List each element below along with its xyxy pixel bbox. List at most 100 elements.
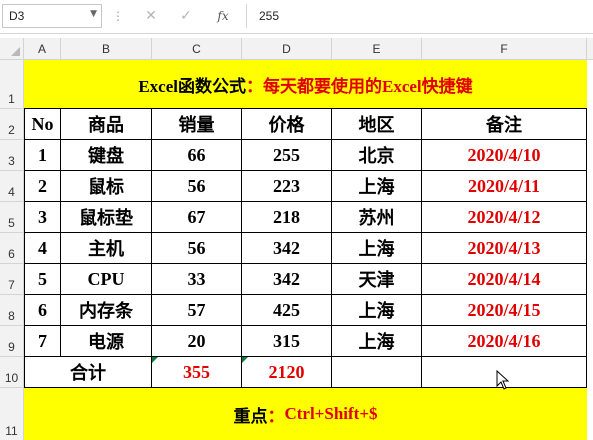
row-header-5[interactable]: 5 [0, 202, 24, 233]
column-header-b[interactable]: B [61, 38, 152, 60]
row-number: 9 [8, 340, 15, 354]
cell-region[interactable]: 苏州 [332, 202, 422, 233]
column-header-g[interactable] [587, 38, 593, 60]
row-number: 6 [8, 247, 15, 261]
cell-product[interactable]: 电源 [61, 326, 152, 357]
select-all-icon [11, 47, 20, 56]
name-box[interactable]: D3 ▼ [2, 4, 102, 28]
cell-region[interactable]: 北京 [332, 140, 422, 171]
cell-note[interactable]: 2020/4/13 [422, 233, 587, 264]
cell-price[interactable]: 315 [242, 326, 332, 357]
row-number: 7 [8, 278, 15, 292]
cancel-icon[interactable]: ✕ [140, 6, 162, 26]
cell-no[interactable]: 5 [24, 264, 61, 295]
total-price-cell[interactable]: 2120 [242, 357, 332, 388]
cell-no[interactable]: 1 [24, 140, 61, 171]
header-cell-price[interactable]: 价格 [242, 109, 332, 140]
column-header-d[interactable]: D [242, 38, 332, 60]
cell-region[interactable]: 上海 [332, 326, 422, 357]
cell-sales[interactable]: 56 [152, 171, 242, 202]
row-number: 1 [8, 92, 15, 106]
formula-bar: D3 ▼ ⋮ ✕ ✓ fx 255 [0, 0, 593, 34]
cell-note[interactable]: 2020/4/14 [422, 264, 587, 295]
cell-no[interactable]: 4 [24, 233, 61, 264]
cell-sales[interactable]: 33 [152, 264, 242, 295]
cell-note[interactable]: 2020/4/15 [422, 295, 587, 326]
cell-no[interactable]: 2 [24, 171, 61, 202]
total-region-cell[interactable] [332, 357, 422, 388]
cell-price[interactable]: 255 [242, 140, 332, 171]
header-cell-product[interactable]: 商品 [61, 109, 152, 140]
error-indicator-icon [152, 357, 158, 363]
title-colon: ： [246, 76, 263, 96]
total-sales-cell[interactable]: 355 [152, 357, 242, 388]
row-number: 5 [8, 216, 15, 230]
title-part1: Excel函数公式 [138, 76, 246, 96]
cell-price[interactable]: 223 [242, 171, 332, 202]
column-header-c[interactable]: C [152, 38, 242, 60]
cell-note[interactable]: 2020/4/11 [422, 171, 587, 202]
row-header-1[interactable]: 1 [0, 60, 24, 109]
row-number: 10 [4, 371, 19, 385]
header-cell-note[interactable]: 备注 [422, 109, 587, 140]
cell-note[interactable]: 2020/4/16 [422, 326, 587, 357]
title-banner[interactable]: Excel函数公式：每天都要使用的Excel快捷键 [24, 60, 587, 109]
header-cell-sales[interactable]: 销量 [152, 109, 242, 140]
enter-icon[interactable]: ✓ [175, 6, 197, 26]
title-part2: 每天都要使用的Excel快捷键 [263, 76, 473, 96]
formula-value: 255 [259, 9, 280, 23]
cell-price[interactable]: 425 [242, 295, 332, 326]
row-number: 11 [5, 424, 18, 438]
row-number: 2 [8, 123, 15, 137]
footer-label: 重点 [233, 406, 268, 426]
mouse-pointer-icon [496, 370, 510, 390]
cell-no[interactable]: 3 [24, 202, 61, 233]
select-all-button[interactable] [0, 38, 24, 60]
cell-sales[interactable]: 20 [152, 326, 242, 357]
cell-product[interactable]: CPU [61, 264, 152, 295]
formula-input[interactable]: 255 [246, 4, 591, 28]
row-header-7[interactable]: 7 [0, 264, 24, 295]
row-header-9[interactable]: 9 [0, 326, 24, 357]
row-header-6[interactable]: 6 [0, 233, 24, 264]
cell-price[interactable]: 342 [242, 233, 332, 264]
column-header-e[interactable]: E [332, 38, 422, 60]
chevron-down-icon[interactable]: ▼ [90, 9, 97, 19]
more-options-icon[interactable]: ⋮ [112, 9, 124, 23]
row-header-8[interactable]: 8 [0, 295, 24, 326]
cell-region[interactable]: 上海 [332, 233, 422, 264]
column-header-a[interactable]: A [24, 38, 61, 60]
cell-product[interactable]: 鼠标 [61, 171, 152, 202]
cell-sales[interactable]: 57 [152, 295, 242, 326]
cell-sales[interactable]: 66 [152, 140, 242, 171]
cell-product[interactable]: 主机 [61, 233, 152, 264]
cell-no[interactable]: 6 [24, 295, 61, 326]
total-label-cell[interactable]: 合计 [24, 357, 152, 388]
cell-no[interactable]: 7 [24, 326, 61, 357]
cell-product[interactable]: 内存条 [61, 295, 152, 326]
cell-region[interactable]: 上海 [332, 295, 422, 326]
cell-product[interactable]: 键盘 [61, 140, 152, 171]
row-header-3[interactable]: 3 [0, 140, 24, 171]
footer-banner[interactable]: 重点： Ctrl+Shift+$ [24, 388, 587, 440]
cell-note[interactable]: 2020/4/12 [422, 202, 587, 233]
header-cell-no[interactable]: No [24, 109, 61, 140]
row-header-4[interactable]: 4 [0, 171, 24, 202]
insert-function-icon[interactable]: fx [212, 6, 234, 26]
header-cell-region[interactable]: 地区 [332, 109, 422, 140]
row-number: 3 [8, 154, 15, 168]
cell-price[interactable]: 218 [242, 202, 332, 233]
cell-sales[interactable]: 56 [152, 233, 242, 264]
row-header-2[interactable]: 2 [0, 109, 24, 140]
cell-region[interactable]: 天津 [332, 264, 422, 295]
cell-product[interactable]: 鼠标垫 [61, 202, 152, 233]
row-number: 8 [8, 309, 15, 323]
cell-price[interactable]: 342 [242, 264, 332, 295]
cell-sales[interactable]: 67 [152, 202, 242, 233]
row-number: 4 [8, 185, 15, 199]
column-header-f[interactable]: F [422, 38, 587, 60]
row-header-10[interactable]: 10 [0, 357, 24, 388]
row-header-11[interactable]: 11 [0, 388, 24, 440]
cell-region[interactable]: 上海 [332, 171, 422, 202]
cell-note[interactable]: 2020/4/10 [422, 140, 587, 171]
